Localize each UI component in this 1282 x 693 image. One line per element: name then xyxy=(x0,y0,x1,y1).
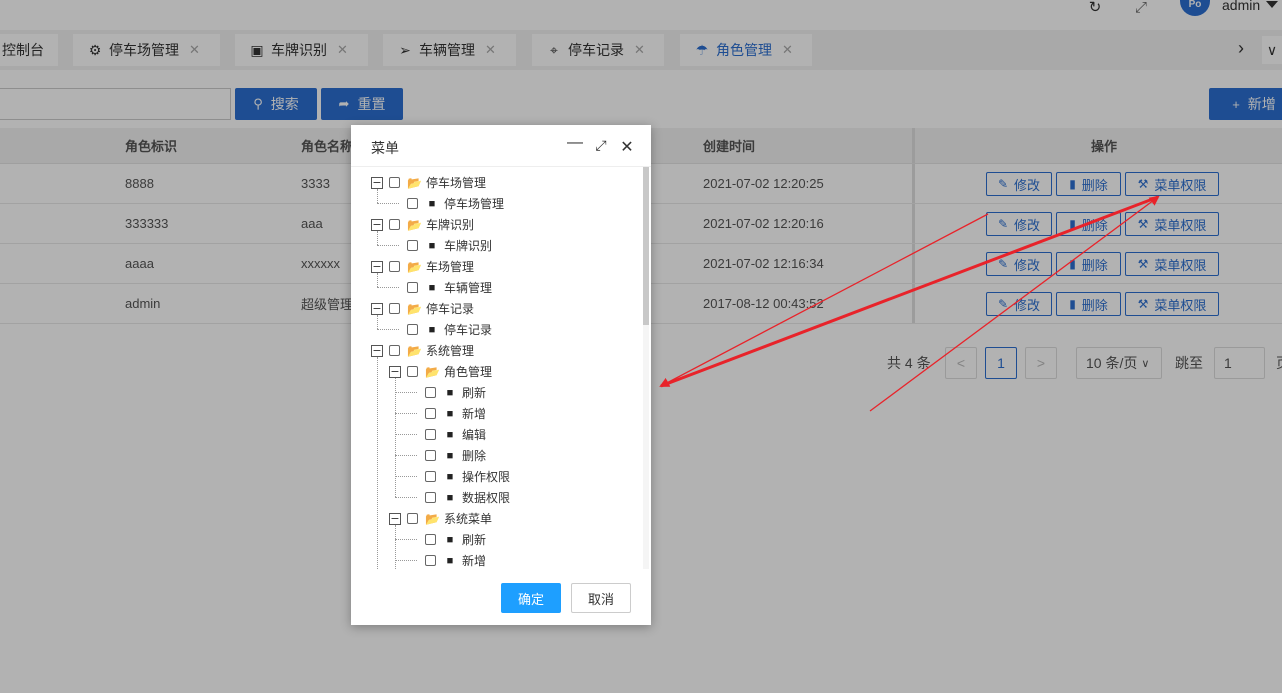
folder-open-icon: 📂 xyxy=(407,217,422,232)
tree-node-label: 新增 xyxy=(462,554,487,568)
tree-node-label: 车场管理 xyxy=(426,260,475,274)
maximize-icon[interactable]: ⤢ xyxy=(592,137,610,154)
tree-checkbox[interactable] xyxy=(425,387,436,398)
tree-node[interactable]: ■ 刷新 xyxy=(407,529,486,550)
file-icon: ■ xyxy=(428,197,436,210)
tree-node[interactable]: − 📂 车牌识别 xyxy=(371,214,474,235)
folder-open-icon: 📂 xyxy=(407,259,422,274)
tree-checkbox[interactable] xyxy=(425,555,436,566)
tree-checkbox[interactable] xyxy=(389,177,400,188)
tree-checkbox[interactable] xyxy=(425,450,436,461)
tree-node-label: 车辆管理 xyxy=(444,281,493,295)
file-icon: ■ xyxy=(428,239,436,252)
tree-node[interactable]: ■ 新增 xyxy=(407,403,486,424)
tree-node-label: 删除 xyxy=(462,449,487,463)
confirm-button[interactable]: 确定 xyxy=(501,583,561,613)
tree-connector xyxy=(395,525,396,569)
tree-node[interactable]: ■ 编辑 xyxy=(407,424,486,445)
tree-checkbox[interactable] xyxy=(407,324,418,335)
file-icon: ■ xyxy=(446,428,454,441)
tree-checkbox[interactable] xyxy=(389,345,400,356)
tree-checkbox[interactable] xyxy=(389,219,400,230)
minimize-icon[interactable]: — xyxy=(566,134,584,152)
tree-node[interactable]: ■ 数据权限 xyxy=(407,487,510,508)
dialog-body: − 📂 停车场管理 ■ 停车场管理 − 📂 车牌识别 ■ 车牌识别 − 📂 车场管理 ■ 车辆管理 − 📂 停车记… xyxy=(351,167,651,569)
tree-checkbox[interactable] xyxy=(389,261,400,272)
tree-checkbox[interactable] xyxy=(425,408,436,419)
tree-node-label: 车牌识别 xyxy=(444,239,493,253)
tree-checkbox[interactable] xyxy=(425,492,436,503)
tree-checkbox[interactable] xyxy=(425,429,436,440)
tree-node[interactable]: − 📂 车场管理 xyxy=(371,256,474,277)
tree-node-label: 数据权限 xyxy=(462,491,511,505)
tree-node-label: 新增 xyxy=(462,407,487,421)
tree-node[interactable]: ■ 车牌识别 xyxy=(389,235,492,256)
collapse-toggle-icon[interactable]: − xyxy=(371,176,383,189)
tree-node[interactable]: − 📂 系统菜单 xyxy=(389,508,492,529)
tree-connector xyxy=(377,357,378,569)
tree-node[interactable]: ■ 停车记录 xyxy=(389,319,492,340)
tree-node-label: 编辑 xyxy=(462,428,487,442)
folder-open-icon: 📂 xyxy=(425,511,440,526)
tree-node[interactable]: ■ 新增 xyxy=(407,550,486,569)
tree-node-label: 刷新 xyxy=(462,533,487,547)
tree-checkbox[interactable] xyxy=(425,471,436,482)
collapse-toggle-icon[interactable]: − xyxy=(371,302,383,315)
close-icon[interactable]: ✕ xyxy=(618,137,636,157)
file-icon: ■ xyxy=(446,554,454,567)
tree-node-label: 系统管理 xyxy=(426,344,475,358)
collapse-toggle-icon[interactable]: − xyxy=(389,512,401,525)
tree-node-label: 刷新 xyxy=(462,386,487,400)
tree-node-label: 停车场管理 xyxy=(444,197,505,211)
tree-connector xyxy=(395,378,396,497)
tree-checkbox[interactable] xyxy=(389,303,400,314)
file-icon: ■ xyxy=(446,449,454,462)
tree-node[interactable]: − 📂 系统管理 xyxy=(371,340,474,361)
tree-node[interactable]: − 📂 角色管理 xyxy=(389,361,492,382)
tree-node-label: 角色管理 xyxy=(444,365,493,379)
tree-node-label: 停车记录 xyxy=(426,302,475,316)
file-icon: ■ xyxy=(446,407,454,420)
tree-checkbox[interactable] xyxy=(407,198,418,209)
collapse-toggle-icon[interactable]: − xyxy=(371,218,383,231)
tree-node-label: 停车场管理 xyxy=(426,176,487,190)
tree-node-label: 车牌识别 xyxy=(426,218,475,232)
dialog-header: 菜单 — ⤢ ✕ xyxy=(351,125,651,167)
tree-node[interactable]: ■ 车辆管理 xyxy=(389,277,492,298)
file-icon: ■ xyxy=(446,533,454,546)
file-icon: ■ xyxy=(428,281,436,294)
tree-checkbox[interactable] xyxy=(407,366,418,377)
tree-node[interactable]: ■ 操作权限 xyxy=(407,466,510,487)
cancel-button[interactable]: 取消 xyxy=(571,583,631,613)
collapse-toggle-icon[interactable]: − xyxy=(371,260,383,273)
tree-node[interactable]: ■ 删除 xyxy=(407,445,486,466)
tree-checkbox[interactable] xyxy=(407,513,418,524)
tree-node[interactable]: ■ 停车场管理 xyxy=(389,193,504,214)
tree-node[interactable]: − 📂 停车记录 xyxy=(371,298,474,319)
file-icon: ■ xyxy=(428,323,436,336)
tree-node-label: 操作权限 xyxy=(462,470,511,484)
tree-node-label: 停车记录 xyxy=(444,323,493,337)
folder-open-icon: 📂 xyxy=(425,364,440,379)
tree-checkbox[interactable] xyxy=(407,282,418,293)
menu-dialog: 菜单 — ⤢ ✕ − 📂 停车场管理 ■ 停车场管理 − 📂 车牌识别 ■ 车牌识别 − 📂 车场管理 ■… xyxy=(351,125,651,625)
file-icon: ■ xyxy=(446,491,454,504)
scrollbar-thumb[interactable] xyxy=(643,167,649,325)
tree-node[interactable]: − 📂 停车场管理 xyxy=(371,172,486,193)
dialog-title: 菜单 xyxy=(371,140,399,156)
file-icon: ■ xyxy=(446,386,454,399)
collapse-toggle-icon[interactable]: − xyxy=(389,365,401,378)
tree-checkbox[interactable] xyxy=(407,240,418,251)
file-icon: ■ xyxy=(446,470,454,483)
folder-open-icon: 📂 xyxy=(407,301,422,316)
tree-node[interactable]: ■ 刷新 xyxy=(407,382,486,403)
tree-node-label: 系统菜单 xyxy=(444,512,493,526)
dialog-footer: 确定 取消 xyxy=(351,569,651,625)
folder-open-icon: 📂 xyxy=(407,175,422,190)
collapse-toggle-icon[interactable]: − xyxy=(371,344,383,357)
folder-open-icon: 📂 xyxy=(407,343,422,358)
tree-checkbox[interactable] xyxy=(425,534,436,545)
